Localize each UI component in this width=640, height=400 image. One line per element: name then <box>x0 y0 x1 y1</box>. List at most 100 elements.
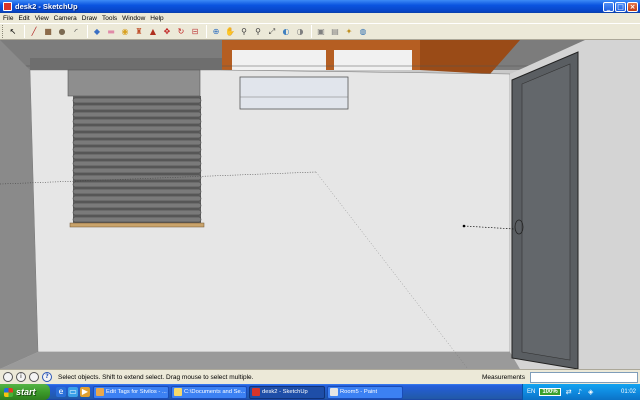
make-component-tool[interactable]: ◆ <box>91 26 103 38</box>
menu-window[interactable]: Window <box>122 15 145 22</box>
help-icon[interactable]: ? <box>42 372 52 382</box>
volume-icon[interactable]: ♪ <box>576 388 584 396</box>
toolbar-grip[interactable] <box>2 25 5 38</box>
taskbar-task[interactable]: Edit Tags for Stvilos - ... <box>93 385 169 399</box>
close-button[interactable]: × <box>627 1 638 12</box>
blind-slat <box>72 188 202 195</box>
task-app-icon <box>96 388 104 396</box>
blind-valance <box>67 69 201 97</box>
air-conditioner <box>239 76 349 110</box>
model-viewport[interactable] <box>0 40 640 369</box>
blind-slat <box>72 153 202 160</box>
blind-slat <box>72 216 202 223</box>
menu-view[interactable]: View <box>35 15 49 22</box>
window-sill <box>69 222 205 228</box>
start-button[interactable]: start <box>0 384 50 400</box>
taskbar-task[interactable]: Room5 - Paint <box>327 385 403 399</box>
tape-measure-tool[interactable]: ◉ <box>119 26 131 38</box>
pan-tool[interactable]: ✋ <box>224 26 236 38</box>
blind-slat <box>72 195 202 202</box>
circle-tool[interactable]: ● <box>56 26 68 38</box>
door-panel <box>521 63 571 361</box>
toolbar-separator <box>87 25 88 38</box>
user-icon[interactable] <box>29 372 39 382</box>
taskbar-task[interactable]: C:\Documents and Se... <box>171 385 247 399</box>
menu-draw[interactable]: Draw <box>82 15 97 22</box>
blind-slat <box>72 139 202 146</box>
blind-slat <box>72 202 202 209</box>
rotate-tool[interactable]: ↻ <box>175 26 187 38</box>
geo-location-icon[interactable] <box>3 372 13 382</box>
toolbar-separator <box>24 25 25 38</box>
blind-slat <box>72 181 202 188</box>
toolbar-separator <box>311 25 312 38</box>
next-view-tool[interactable]: ◑ <box>294 26 306 38</box>
orbit-tool[interactable]: ⊕ <box>210 26 222 38</box>
status-bar: i ? Select objects. Shift to extend sele… <box>0 369 640 384</box>
task-label: Edit Tags for Stvilos - ... <box>106 389 167 395</box>
menu-file[interactable]: File <box>3 15 13 22</box>
title-bar: desk2 - SketchUp _ □ × <box>0 0 640 13</box>
blind-slat <box>72 104 202 111</box>
status-hint: Select objects. Shift to extend select. … <box>58 373 254 381</box>
offset-tool[interactable]: ⊟ <box>189 26 201 38</box>
maximize-button[interactable]: □ <box>615 1 626 12</box>
paint-bucket-tool[interactable]: ♜ <box>133 26 145 38</box>
ceiling-edge <box>30 58 222 70</box>
guide-point <box>462 224 466 228</box>
sketchup-app-icon[interactable] <box>3 2 12 11</box>
task-buttons: Edit Tags for Stvilos - ... C:\Documents … <box>93 385 405 399</box>
task-label: C:\Documents and Se... <box>184 389 246 395</box>
google-earth-tool[interactable]: ◍ <box>357 26 369 38</box>
menu-edit[interactable]: Edit <box>18 15 29 22</box>
floor <box>0 352 520 369</box>
window-title: desk2 - SketchUp <box>15 2 78 11</box>
security-icon[interactable]: ◈ <box>587 388 595 396</box>
language-indicator[interactable]: EN <box>527 389 535 395</box>
clock: 01:02 <box>620 389 636 395</box>
task-app-icon <box>252 388 260 396</box>
task-app-icon <box>330 388 338 396</box>
skylight-right <box>334 50 412 70</box>
blind-slat <box>72 111 202 118</box>
menu-camera[interactable]: Camera <box>54 15 77 22</box>
menu-bar: File Edit View Camera Draw Tools Window … <box>0 13 640 23</box>
window-controls: _ □ × <box>603 1 638 12</box>
previous-view-tool[interactable]: ◐ <box>280 26 292 38</box>
menu-help[interactable]: Help <box>150 15 163 22</box>
share-model-tool[interactable]: ▤ <box>329 26 341 38</box>
battery-indicator[interactable]: 100% <box>539 388 561 396</box>
blind-slat <box>72 125 202 132</box>
zoom-tool[interactable]: ⚲ <box>238 26 250 38</box>
show-desktop-icon[interactable]: ▭ <box>68 387 78 397</box>
move-tool[interactable]: ✥ <box>161 26 173 38</box>
blind-slat <box>72 174 202 181</box>
blind-slat <box>72 132 202 139</box>
zoom-extents-tool[interactable]: ⤢ <box>266 26 278 38</box>
measurements-input[interactable] <box>530 371 638 383</box>
blind-slat <box>72 160 202 167</box>
share-component-tool[interactable]: ✦ <box>343 26 355 38</box>
internet-explorer-icon[interactable]: e <box>56 387 66 397</box>
network-icon[interactable]: ⇄ <box>565 388 573 396</box>
menu-tools[interactable]: Tools <box>102 15 117 22</box>
blind-slat <box>72 97 202 104</box>
media-player-icon[interactable]: ▶ <box>80 387 90 397</box>
minimize-button[interactable]: _ <box>603 1 614 12</box>
eraser-tool[interactable]: ▬ <box>105 26 117 38</box>
task-label: desk2 - SketchUp <box>262 389 308 395</box>
taskbar-task[interactable]: desk2 - SketchUp <box>249 385 325 399</box>
windows-taskbar: start e ▭ ▶ Edit Tags for Stvilos - ... C… <box>0 384 640 400</box>
push-pull-tool[interactable]: ▲ <box>147 26 159 38</box>
zoom-window-tool[interactable]: ⚲ <box>252 26 264 38</box>
arc-tool[interactable]: ◜ <box>70 26 82 38</box>
task-label: Room5 - Paint <box>340 389 378 395</box>
start-label: start <box>16 387 36 397</box>
credits-icon[interactable]: i <box>16 372 26 382</box>
get-models-tool[interactable]: ▣ <box>315 26 327 38</box>
skylight-left <box>232 50 326 70</box>
rectangle-tool[interactable]: ■ <box>42 26 54 38</box>
select-tool[interactable]: ↖ <box>7 26 19 38</box>
task-app-icon <box>174 388 182 396</box>
line-tool[interactable]: ╱ <box>28 26 40 38</box>
